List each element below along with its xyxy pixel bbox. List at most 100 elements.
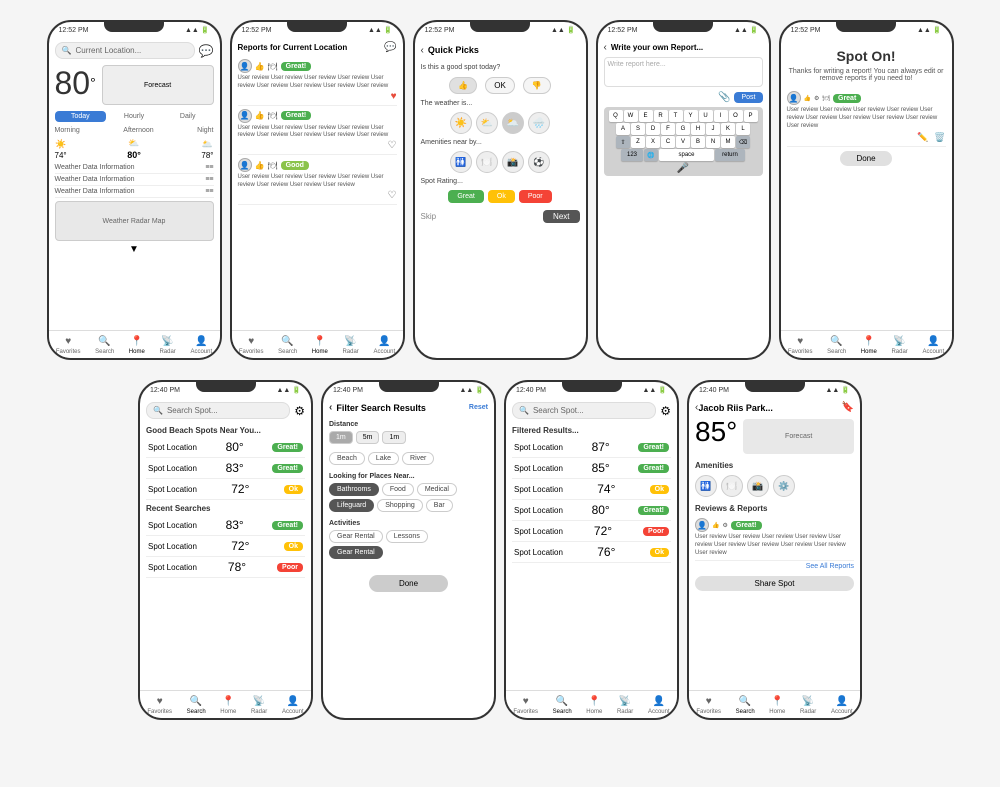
delete-icon[interactable]: 🗑️ bbox=[934, 132, 945, 143]
edit-icon[interactable]: ✏️ bbox=[917, 132, 928, 143]
dist-1m[interactable]: 1m bbox=[329, 431, 353, 444]
chat-icon[interactable]: 💬 bbox=[199, 44, 214, 58]
nav-home[interactable]: 📍Home bbox=[129, 334, 145, 355]
nav-account[interactable]: 👤Account bbox=[922, 334, 944, 355]
nav-favorites[interactable]: ♥Favorites bbox=[239, 334, 264, 355]
filtered-spot-3[interactable]: Spot Location 74° Ok bbox=[512, 479, 671, 500]
next-btn[interactable]: Next bbox=[543, 210, 579, 223]
chip-lake[interactable]: Lake bbox=[368, 452, 399, 465]
dist-5m[interactable]: 5m bbox=[356, 431, 380, 444]
post-button[interactable]: Post bbox=[734, 92, 762, 103]
chip-river[interactable]: River bbox=[402, 452, 434, 465]
search-bar[interactable]: 🔍 Search Spot... bbox=[146, 402, 290, 419]
rating-great[interactable]: Great bbox=[448, 190, 484, 203]
key-K[interactable]: K bbox=[721, 123, 735, 135]
nav-account[interactable]: 👤Account bbox=[373, 334, 395, 355]
back-button[interactable]: ‹ bbox=[329, 402, 332, 413]
amenity-settings[interactable]: ⚙️ bbox=[773, 475, 795, 497]
filtered-spot-2[interactable]: Spot Location 85° Great! bbox=[512, 458, 671, 479]
key-U[interactable]: U bbox=[699, 110, 713, 122]
expand-arrow[interactable]: ▼ bbox=[55, 244, 214, 255]
nav-search[interactable]: 🔍Search bbox=[278, 334, 297, 355]
amenity-restroom[interactable]: 🚻 bbox=[695, 475, 717, 497]
chip-bar[interactable]: Bar bbox=[426, 499, 453, 512]
amenity-camera[interactable]: 📸 bbox=[747, 475, 769, 497]
key-D[interactable]: D bbox=[646, 123, 660, 135]
key-E[interactable]: E bbox=[639, 110, 653, 122]
radar-map[interactable]: Weather Radar Map bbox=[55, 201, 214, 241]
nav-home[interactable]: 📍Home bbox=[220, 694, 236, 715]
key-N[interactable]: N bbox=[706, 136, 720, 148]
amenity-restroom[interactable]: 🚻 bbox=[450, 151, 472, 173]
nav-home[interactable]: 📍Home bbox=[861, 334, 877, 355]
nav-search[interactable]: 🔍Search bbox=[553, 694, 572, 715]
nav-radar[interactable]: 📡Radar bbox=[891, 334, 907, 355]
key-emoji[interactable]: 🌐 bbox=[644, 149, 658, 161]
nav-home[interactable]: 📍Home bbox=[586, 694, 602, 715]
report-textarea[interactable]: Write report here... bbox=[604, 57, 763, 87]
nav-radar[interactable]: 📡Radar bbox=[617, 694, 633, 715]
see-all-reports[interactable]: See All Reports bbox=[695, 563, 854, 570]
search-bar[interactable]: 🔍 Search Spot... bbox=[512, 402, 656, 419]
weather-rainy[interactable]: 🌧️ bbox=[528, 112, 550, 134]
tab-today[interactable]: Today bbox=[55, 111, 107, 122]
skip-btn[interactable]: Skip bbox=[421, 212, 437, 221]
nav-account[interactable]: 👤Account bbox=[831, 694, 853, 715]
back-button[interactable]: ‹ bbox=[421, 45, 424, 56]
reset-button[interactable]: Reset bbox=[469, 404, 488, 411]
nav-search[interactable]: 🔍Search bbox=[827, 334, 846, 355]
key-V[interactable]: V bbox=[676, 136, 690, 148]
key-C[interactable]: C bbox=[661, 136, 675, 148]
amenity-sports[interactable]: ⚽ bbox=[528, 151, 550, 173]
bookmark-icon[interactable]: 🔖 bbox=[842, 402, 854, 413]
weather-partly-cloudy[interactable]: ⛅ bbox=[476, 112, 498, 134]
nav-account[interactable]: 👤Account bbox=[648, 694, 670, 715]
key-S[interactable]: S bbox=[631, 123, 645, 135]
amenity-food[interactable]: 🍽️ bbox=[721, 475, 743, 497]
chip-bathrooms[interactable]: Bathrooms bbox=[329, 483, 379, 496]
nav-search[interactable]: 🔍Search bbox=[736, 694, 755, 715]
done-button[interactable]: Done bbox=[369, 575, 448, 592]
chat-icon[interactable]: 💬 bbox=[384, 42, 396, 53]
amenity-food[interactable]: 🍽️ bbox=[476, 151, 498, 173]
nav-home[interactable]: 📍Home bbox=[312, 334, 328, 355]
chip-gear-rental-2[interactable]: Gear Rental bbox=[329, 546, 383, 559]
key-O[interactable]: O bbox=[729, 110, 743, 122]
nav-radar[interactable]: 📡Radar bbox=[251, 694, 267, 715]
key-B[interactable]: B bbox=[691, 136, 705, 148]
nav-favorites[interactable]: ♥Favorites bbox=[788, 334, 813, 355]
heart-icon-1[interactable]: ♥ bbox=[238, 91, 397, 102]
nav-favorites[interactable]: ♥Favorites bbox=[696, 694, 721, 715]
chip-food[interactable]: Food bbox=[382, 483, 414, 496]
nav-favorites[interactable]: ♥Favorites bbox=[513, 694, 538, 715]
thumbsup-btn[interactable]: 👍 bbox=[449, 77, 477, 94]
weather-cloudy[interactable]: 🌥️ bbox=[502, 112, 524, 134]
key-Q[interactable]: Q bbox=[609, 110, 623, 122]
nav-radar[interactable]: 📡Radar bbox=[342, 334, 358, 355]
weather-sunny[interactable]: ☀️ bbox=[450, 112, 472, 134]
mic-icon[interactable]: 🎤 bbox=[677, 163, 689, 174]
chip-gear-rental[interactable]: Gear Rental bbox=[329, 530, 383, 543]
nav-account[interactable]: 👤Account bbox=[282, 694, 304, 715]
key-T[interactable]: T bbox=[669, 110, 683, 122]
rating-poor[interactable]: Poor bbox=[519, 190, 552, 203]
thumbsdown-btn[interactable]: 👎 bbox=[523, 77, 551, 94]
ok-btn[interactable]: OK bbox=[485, 77, 515, 94]
nav-radar[interactable]: 📡Radar bbox=[800, 694, 816, 715]
chip-beach[interactable]: Beach bbox=[329, 452, 365, 465]
key-X[interactable]: X bbox=[646, 136, 660, 148]
key-Z[interactable]: Z bbox=[631, 136, 645, 148]
nav-search[interactable]: 🔍Search bbox=[95, 334, 114, 355]
filtered-spot-5[interactable]: Spot Location 72° Poor bbox=[512, 521, 671, 542]
filter-icon[interactable]: ⚙ bbox=[660, 404, 671, 418]
key-J[interactable]: J bbox=[706, 123, 720, 135]
tab-daily[interactable]: Daily bbox=[162, 111, 214, 122]
share-button[interactable]: Share Spot bbox=[695, 576, 854, 591]
key-space[interactable]: space bbox=[659, 149, 714, 161]
search-bar[interactable]: 🔍 Current Location... bbox=[55, 42, 195, 59]
chip-lessons[interactable]: Lessons bbox=[386, 530, 428, 543]
key-W[interactable]: W bbox=[624, 110, 638, 122]
key-R[interactable]: R bbox=[654, 110, 668, 122]
nav-home[interactable]: 📍Home bbox=[769, 694, 785, 715]
chip-shopping[interactable]: Shopping bbox=[377, 499, 423, 512]
